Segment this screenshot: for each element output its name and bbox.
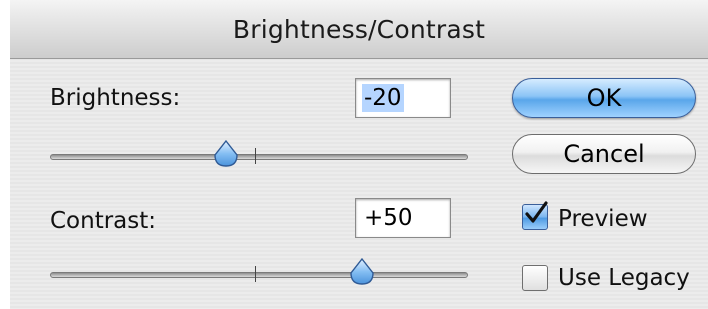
brightness-slider-thumb[interactable] [213,140,239,168]
brightness-slider-track[interactable] [50,154,468,160]
contrast-label: Contrast: [50,208,157,234]
contrast-slider-thumb[interactable] [349,258,375,286]
dialog-title: Brightness/Contrast [232,14,486,44]
cancel-button[interactable]: Cancel [512,134,696,174]
brightness-slider-center-tick [255,148,256,164]
preview-label[interactable]: Preview [558,206,648,232]
contrast-slider-center-tick [255,266,256,282]
checkmark-icon [525,201,548,223]
use-legacy-checkbox[interactable] [522,265,548,291]
contrast-field[interactable]: +50 [355,198,451,238]
use-legacy-label[interactable]: Use Legacy [558,265,690,291]
contrast-value: +50 [364,205,413,231]
brightness-field[interactable]: -20 [355,78,451,118]
ok-button[interactable]: OK [512,78,696,118]
title-bar[interactable]: Brightness/Contrast [10,0,708,59]
brightness-label: Brightness: [50,85,181,111]
preview-checkbox[interactable] [522,201,548,230]
brightness-contrast-dialog: Brightness/Contrast Brightness: -20 Cont… [10,0,708,309]
contrast-slider-track[interactable] [50,272,468,278]
brightness-value: -20 [362,84,404,112]
